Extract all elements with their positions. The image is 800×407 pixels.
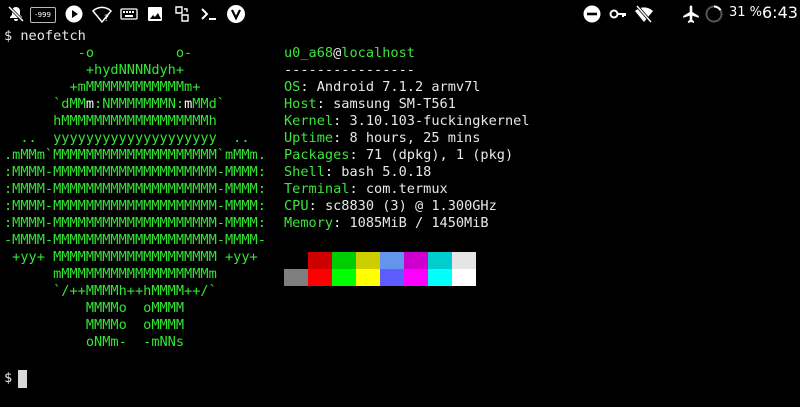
color-swatch [404, 252, 428, 269]
info-field: CPU: sc8830 (3) @ 1.300GHz [284, 198, 497, 214]
separator-line: ---------------- [284, 62, 415, 78]
info-value: sc8830 (3) @ 1.300GHz [324, 198, 497, 214]
silent-mode-icon [6, 4, 26, 24]
do-not-disturb-icon [582, 4, 602, 24]
info-field: Uptime: 8 hours, 25 mins [284, 130, 481, 146]
ascii-row: +hydNNNNdyh+ [4, 62, 185, 78]
info-field: Memory: 1085MiB / 1450MiB [284, 215, 489, 231]
status-bar: -999 ? 31 % 6:43 [0, 0, 800, 28]
hostname: localhost [341, 45, 415, 61]
ascii-row: +yy+ MMMMMMMMMMMMMMMMMMMM +yy+ [4, 249, 258, 265]
terminal-icon [199, 4, 219, 24]
ascii-row: :MMMM-MMMMMMMMMMMMMMMMMMMM-MMMM: [4, 181, 266, 197]
info-key: Shell [284, 164, 325, 180]
clock: 6:43 [762, 3, 798, 22]
ascii-row: -MMMM-MMMMMMMMMMMMMMMMMMMM-MMMM- [4, 232, 266, 248]
svg-text:?: ? [104, 14, 109, 24]
color-swatch [428, 269, 452, 286]
info-field: Kernel: 3.10.103-fuckingkernel [284, 113, 530, 129]
info-value: 71 (dpkg), 1 (pkg) [365, 147, 514, 163]
android-ascii-logo: -o o- +hydNNNNdyh+ +mMMMMMMMMMMMMm+ `dMM… [4, 45, 266, 351]
info-value: Android 7.1.2 armv7l [316, 79, 481, 95]
info-key: OS [284, 79, 301, 95]
info-value: bash 5.0.18 [341, 164, 432, 180]
ascii-row: MMMMo oMMMM [4, 317, 185, 333]
color-swatch [452, 252, 476, 269]
user-host-line: u0_a68@localhost [284, 45, 530, 62]
info-key: Terminal [284, 181, 350, 197]
number-badge-icon: -999 [30, 7, 56, 23]
ascii-row: :MMMM-MMMMMMMMMMMMMMMMMMMM-MMMM: [4, 198, 266, 214]
info-value: 8 hours, 25 mins [349, 130, 481, 146]
info-value: 1085MiB / 1450MiB [349, 215, 489, 231]
info-field: Shell: bash 5.0.18 [284, 164, 432, 180]
info-key: Packages [284, 147, 350, 163]
transfer-icon [172, 4, 192, 24]
play-icon [64, 4, 84, 24]
ascii-row: oNMm- -mNNs [4, 334, 185, 350]
key-icon [608, 4, 628, 24]
command-line: $ neofetch [4, 28, 86, 44]
battery-percent: 31 % [729, 5, 763, 20]
info-key: Host [284, 96, 317, 112]
battery-charging-icon [704, 4, 724, 24]
color-swatch [380, 269, 404, 286]
info-field: Host: samsung SM-T561 [284, 96, 456, 112]
color-swatch [356, 252, 380, 269]
color-swatch [404, 269, 428, 286]
info-field: OS: Android 7.1.2 armv7l [284, 79, 481, 95]
nfc-icon [659, 4, 679, 24]
ascii-row: :MMMM-MMMMMMMMMMMMMMMMMMMM-MMMM: [4, 164, 266, 180]
vivaldi-icon [226, 4, 246, 24]
wifi-off-icon [634, 4, 654, 24]
info-value: 3.10.103-fuckingkernel [349, 113, 530, 129]
info-key: Kernel [284, 113, 334, 129]
color-swatch [380, 252, 404, 269]
color-swatch [452, 269, 476, 286]
text-cursor [18, 370, 27, 388]
color-swatch [332, 252, 356, 269]
ascii-row: +mMMMMMMMMMMMMm+ [4, 79, 201, 95]
color-swatch [428, 252, 452, 269]
info-value: com.termux [365, 181, 448, 197]
info-field: Terminal: com.termux [284, 181, 448, 197]
info-key: CPU [284, 198, 309, 214]
ascii-row: MMMMo oMMMM [4, 300, 185, 316]
ascii-row: hMMMMMMMMMMMMMMMMMMh [4, 113, 217, 129]
info-value: samsung SM-T561 [333, 96, 456, 112]
airplane-icon [681, 4, 701, 24]
color-swatch [308, 252, 332, 269]
image-icon [145, 4, 165, 24]
ascii-row: .. yyyyyyyyyyyyyyyyyyyy .. [4, 130, 250, 146]
color-swatch [284, 269, 308, 286]
wifi-question-icon: ? [92, 4, 112, 24]
ascii-row: mMMMMMMMMMMMMMMMMMMm [4, 266, 217, 282]
info-key: Memory [284, 215, 334, 231]
ascii-row: `dMMm:NMMMMMMMN:mMMd` [4, 96, 225, 112]
username: u0_a68 [284, 45, 334, 61]
ascii-row: `/++MMMMh++hMMMM++/` [4, 283, 217, 299]
terminal-view[interactable]: $ neofetch -o o- +hydNNNNdyh+ +mMMMMMMMM… [0, 28, 800, 407]
keyboard-icon [119, 4, 139, 24]
color-swatch [284, 252, 308, 269]
ascii-row: .mMMm`MMMMMMMMMMMMMMMMMMMM`mMMm. [4, 147, 266, 163]
color-swatch [308, 269, 332, 286]
color-swatch [332, 269, 356, 286]
ascii-row: -o o- [4, 45, 193, 61]
info-field: Packages: 71 (dpkg), 1 (pkg) [284, 147, 514, 163]
color-swatch [356, 269, 380, 286]
ascii-row: :MMMM-MMMMMMMMMMMMMMMMMMMM-MMMM: [4, 215, 266, 231]
info-key: Uptime [284, 130, 334, 146]
system-info: u0_a68@localhost ---------------- OS: An… [284, 45, 530, 232]
